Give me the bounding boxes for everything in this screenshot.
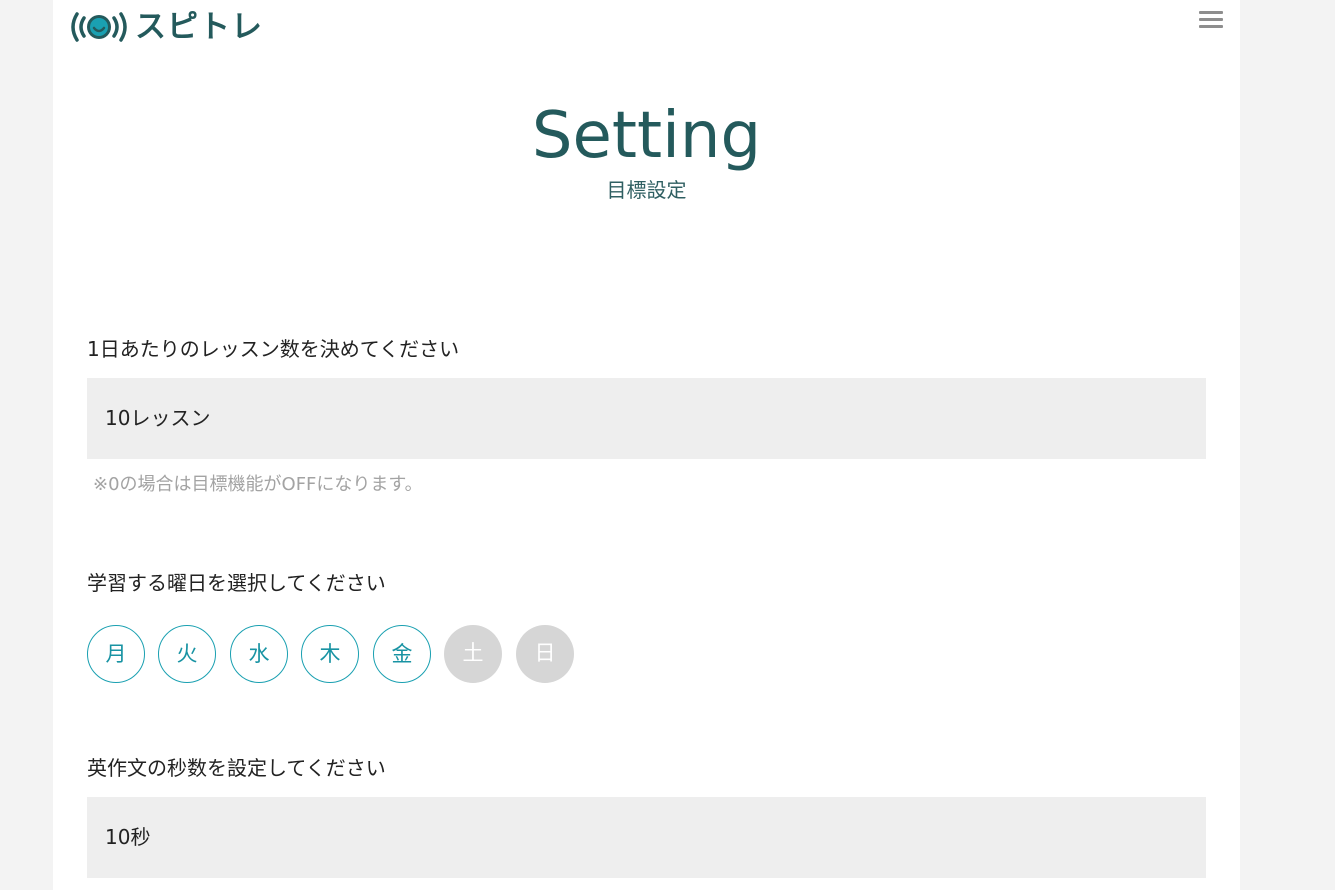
day-toggle-wednesday[interactable]: 水 <box>230 625 288 683</box>
page-subtitle: 目標設定 <box>606 178 687 202</box>
logo-text: スピトレ <box>135 9 263 45</box>
logo[interactable]: スピトレ <box>69 8 263 46</box>
seconds-label: 英作文の秒数を設定してください <box>87 756 386 780</box>
seconds-select[interactable]: 10秒 <box>87 797 1206 878</box>
days-label: 学習する曜日を選択してください <box>87 571 386 595</box>
lessons-note: ※0の場合は目標機能がOFFになります。 <box>93 474 423 495</box>
page-title: Setting <box>531 99 762 173</box>
lessons-label: 1日あたりのレッスン数を決めてください <box>87 337 460 361</box>
day-toggle-sunday[interactable]: 日 <box>516 625 574 683</box>
page-container: スピトレ Setting 目標設定 1日あたりのレッスン数を決めてください 10… <box>53 0 1240 890</box>
day-toggle-thursday[interactable]: 木 <box>301 625 359 683</box>
day-toggle-tuesday[interactable]: 火 <box>158 625 216 683</box>
sound-wave-face-icon <box>71 12 127 42</box>
day-toggle-saturday[interactable]: 土 <box>444 625 502 683</box>
day-toggle-monday[interactable]: 月 <box>87 625 145 683</box>
hamburger-menu-icon[interactable] <box>1199 11 1225 33</box>
lessons-per-day-select[interactable]: 10レッスン <box>87 378 1206 459</box>
day-toggle-friday[interactable]: 金 <box>373 625 431 683</box>
